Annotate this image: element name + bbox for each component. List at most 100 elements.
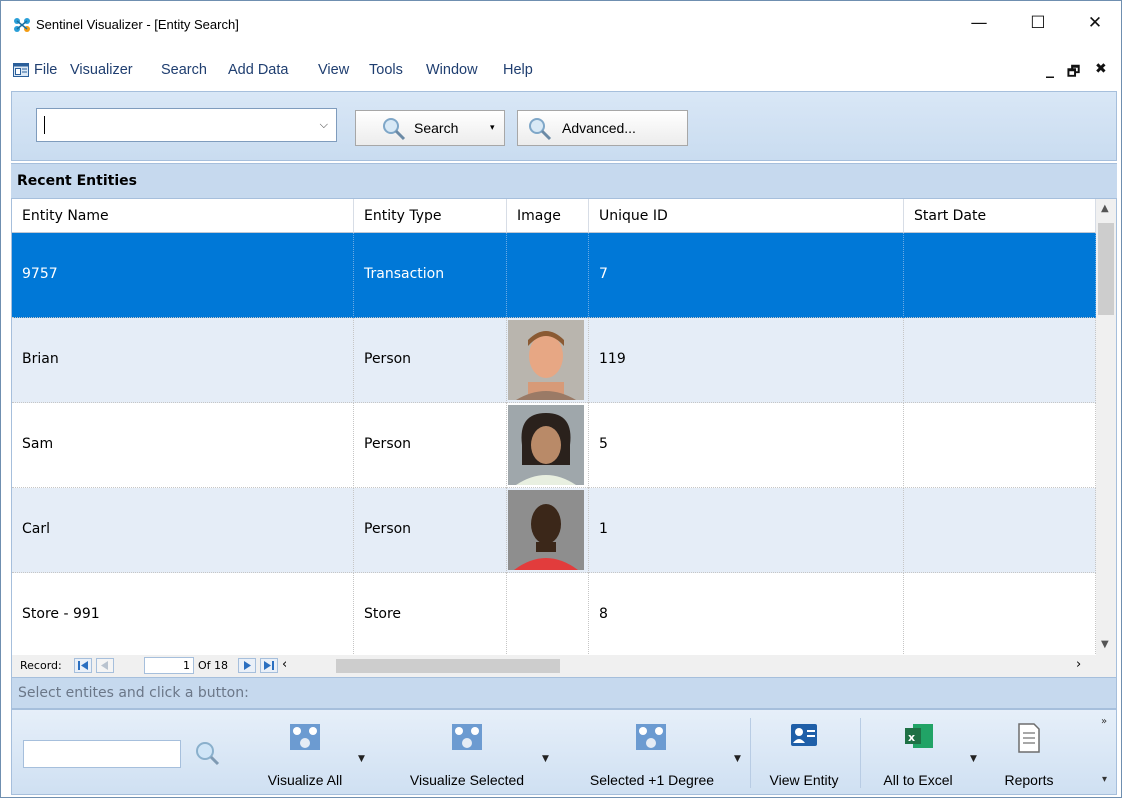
cell-start-date xyxy=(904,573,1096,655)
menu-search[interactable]: Search xyxy=(161,62,207,78)
cell-unique-id: 119 xyxy=(589,318,904,403)
cell-image xyxy=(507,488,589,573)
search-combobox[interactable]: ⌵ xyxy=(36,108,337,142)
cell-start-date xyxy=(904,318,1096,403)
horizontal-scrollbar-thumb[interactable] xyxy=(336,659,560,673)
id-card-icon xyxy=(791,724,817,746)
mdi-restore-button[interactable]: 🗗 xyxy=(1067,61,1080,85)
magnifier-icon[interactable] xyxy=(194,740,220,766)
search-panel: ⌵ Search ▾ Advanced... xyxy=(11,91,1117,161)
toolbar-separator xyxy=(860,718,861,788)
menu-help[interactable]: Help xyxy=(503,62,533,78)
cell-text: Brian xyxy=(22,351,59,367)
menu-add-data[interactable]: Add Data xyxy=(228,62,288,78)
menu-file[interactable]: File xyxy=(34,62,57,78)
previous-record-button[interactable] xyxy=(96,658,114,673)
scroll-right-icon[interactable]: › xyxy=(1076,657,1081,672)
view-entity-button[interactable]: View Entity xyxy=(757,714,851,792)
record-count-text: Of 18 xyxy=(198,659,229,672)
selected-plus-one-degree-button[interactable]: ▼ Selected +1 Degree xyxy=(572,714,741,792)
window-title: Sentinel Visualizer - [Entity Search] xyxy=(36,17,239,32)
cell-entity-name: Sam xyxy=(12,403,354,488)
vertical-scrollbar[interactable]: ▲ ▼ xyxy=(1096,199,1116,655)
menu-tools[interactable]: Tools xyxy=(369,62,403,78)
dropdown-arrow-icon[interactable]: ▼ xyxy=(970,754,977,764)
cell-text: 9757 xyxy=(22,266,58,282)
network-graph-icon xyxy=(636,724,666,750)
cell-start-date xyxy=(904,403,1096,488)
all-to-excel-button[interactable]: x ▼ All to Excel xyxy=(870,714,977,792)
column-header-start-date[interactable]: Start Date xyxy=(904,199,1096,233)
last-record-button[interactable] xyxy=(260,658,278,673)
cell-text: 5 xyxy=(599,436,608,452)
magnifier-icon xyxy=(529,118,552,141)
menu-window[interactable]: Window xyxy=(426,62,478,78)
toolbar-overflow-icon[interactable]: » xyxy=(1101,716,1107,727)
network-graph-icon xyxy=(452,724,482,750)
cell-image xyxy=(507,403,589,488)
cell-entity-type: Person xyxy=(354,488,507,573)
cell-image xyxy=(507,573,589,655)
next-record-button[interactable] xyxy=(238,658,256,673)
person-photo xyxy=(508,405,584,485)
scroll-down-icon[interactable]: ▼ xyxy=(1101,639,1109,650)
menu-view[interactable]: View xyxy=(318,62,349,78)
application-window: Sentinel Visualizer - [Entity Search] — … xyxy=(0,0,1122,798)
advanced-search-button[interactable]: Advanced... xyxy=(517,110,688,146)
all-to-excel-label: All to Excel xyxy=(883,772,953,788)
close-button[interactable]: ✕ xyxy=(1072,7,1118,39)
column-header-entity-name[interactable]: Entity Name xyxy=(12,199,354,233)
maximize-button[interactable]: ☐ xyxy=(1015,7,1061,39)
dropdown-arrow-icon[interactable]: ▾ xyxy=(490,122,495,133)
section-title: Recent Entities xyxy=(17,173,137,189)
visualize-selected-button[interactable]: ▼ Visualize Selected xyxy=(392,714,549,792)
column-label: Image xyxy=(517,208,561,224)
toolbar-options-icon[interactable]: ▾ xyxy=(1102,774,1107,785)
column-header-unique-id[interactable]: Unique ID xyxy=(589,199,904,233)
quick-search-input[interactable] xyxy=(23,740,181,768)
document-window-icon[interactable] xyxy=(13,63,29,77)
search-button-label: Search xyxy=(414,120,459,136)
svg-text:x: x xyxy=(908,731,915,744)
cell-unique-id: 8 xyxy=(589,573,904,655)
mdi-minimize-button[interactable]: _ xyxy=(1046,59,1054,78)
title-bar: Sentinel Visualizer - [Entity Search] — … xyxy=(1,1,1121,45)
column-header-image[interactable]: Image xyxy=(507,199,589,233)
reports-button[interactable]: Reports xyxy=(984,714,1074,792)
mdi-close-button[interactable]: ✖ xyxy=(1095,61,1107,77)
table-row[interactable]: Store - 991 Store 8 xyxy=(12,573,1096,655)
table-row[interactable]: 9757 Transaction 7 xyxy=(12,233,1096,318)
visualize-all-button[interactable]: ▼ Visualize All xyxy=(250,714,365,792)
minimize-button[interactable]: — xyxy=(956,7,1002,39)
dropdown-arrow-icon[interactable]: ▼ xyxy=(542,754,549,764)
table-row[interactable]: Carl Person 1 xyxy=(12,488,1096,573)
column-header-entity-type[interactable]: Entity Type xyxy=(354,199,507,233)
cell-text: Sam xyxy=(22,436,54,452)
table-row[interactable]: Sam Person 5 xyxy=(12,403,1096,488)
text-caret xyxy=(44,116,45,134)
cell-start-date xyxy=(904,233,1096,318)
record-navigator: Record: 1 Of 18 ‹ › xyxy=(11,655,1117,677)
search-button[interactable]: Search ▾ xyxy=(355,110,505,146)
cell-entity-type: Person xyxy=(354,318,507,403)
first-record-button[interactable] xyxy=(74,658,92,673)
record-number-input[interactable]: 1 xyxy=(144,657,194,674)
action-toolbar: ▼ Visualize All ▼ Visualize Selected ▼ S… xyxy=(11,709,1117,795)
menu-visualizer[interactable]: Visualizer xyxy=(70,62,133,78)
scrollbar-thumb[interactable] xyxy=(1098,223,1114,315)
cell-unique-id: 5 xyxy=(589,403,904,488)
column-label: Unique ID xyxy=(599,208,668,224)
dropdown-arrow-icon[interactable]: ▼ xyxy=(734,754,741,764)
chevron-down-icon[interactable]: ⌵ xyxy=(320,118,328,132)
scroll-left-icon[interactable]: ‹ xyxy=(282,657,287,672)
column-label: Entity Type xyxy=(364,208,442,224)
cell-text: Person xyxy=(364,521,412,537)
record-label: Record: xyxy=(20,659,62,672)
dropdown-arrow-icon[interactable]: ▼ xyxy=(358,754,365,764)
cell-entity-name: Brian xyxy=(12,318,354,403)
scroll-up-icon[interactable]: ▲ xyxy=(1101,203,1109,214)
advanced-button-label: Advanced... xyxy=(562,120,636,136)
cell-start-date xyxy=(904,488,1096,573)
table-row[interactable]: Brian Person 119 xyxy=(12,318,1096,403)
cell-text: 119 xyxy=(599,351,626,367)
